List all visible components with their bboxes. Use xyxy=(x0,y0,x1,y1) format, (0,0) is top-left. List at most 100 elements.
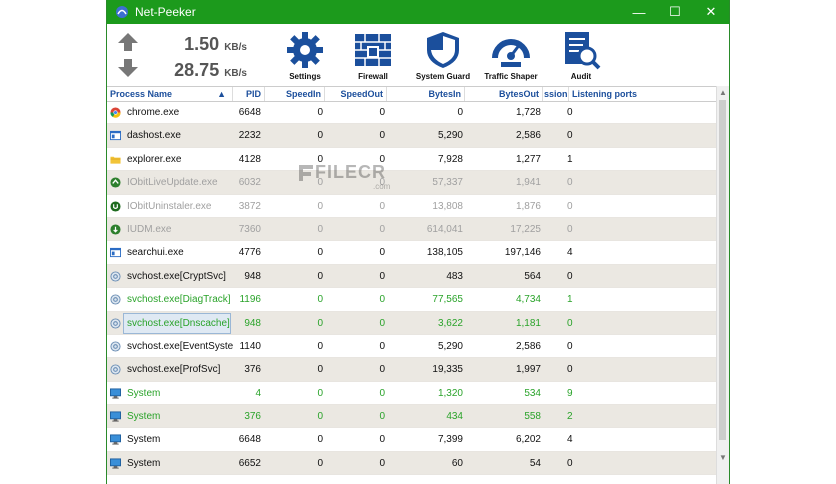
process-sessions: 9 xyxy=(567,387,573,399)
process-speed-out: 0 xyxy=(379,130,385,142)
table-row[interactable]: svchost.exe[CryptSvc] 948 0 0 483 564 0 xyxy=(107,264,717,289)
process-speed-out: 0 xyxy=(379,364,385,376)
minimize-button[interactable]: — xyxy=(621,0,657,24)
audit-label: Audit xyxy=(570,72,592,81)
table-row[interactable]: System 376 0 0 434 558 2 xyxy=(107,405,717,429)
table-row[interactable]: IUDM.exe 7360 0 0 614,041 17,225 0 xyxy=(107,217,717,242)
table-row[interactable]: svchost.exe[ProfSvc] 376 0 0 19,335 1,99… xyxy=(107,358,717,382)
process-bytes-out: 17,225 xyxy=(510,223,541,235)
process-name: IUDM.exe xyxy=(127,223,172,235)
process-speed-in: 0 xyxy=(317,200,323,212)
header-process-name[interactable]: Process Name ▲ xyxy=(107,87,233,101)
table-row[interactable]: searchui.exe 4776 0 0 138,105 197,146 4 xyxy=(107,241,717,265)
iudm-icon xyxy=(110,224,121,235)
process-bytes-in: 13,808 xyxy=(432,200,463,212)
vertical-scrollbar[interactable]: ▲ ▼ xyxy=(716,86,729,484)
process-sessions: 0 xyxy=(567,340,573,352)
process-speed-in: 0 xyxy=(317,364,323,376)
header-speed-out[interactable]: SpeedOut xyxy=(325,87,387,101)
header-pid[interactable]: PID xyxy=(233,87,265,101)
table-row[interactable]: explorer.exe 4128 0 0 7,928 1,277 1 xyxy=(107,148,717,172)
window-app-icon xyxy=(110,131,121,141)
header-bytes-in[interactable]: BytesIn xyxy=(387,87,465,101)
process-speed-out: 0 xyxy=(379,270,385,282)
process-speed-out: 0 xyxy=(379,340,385,352)
process-bytes-in: 7,399 xyxy=(437,434,463,446)
process-name: System xyxy=(127,411,161,423)
close-button[interactable]: ✕ xyxy=(693,0,729,24)
process-sessions: 4 xyxy=(567,434,573,446)
process-pid: 4128 xyxy=(238,153,261,165)
process-bytes-out: 564 xyxy=(524,270,541,282)
service-gear-icon xyxy=(110,364,121,375)
process-pid: 6648 xyxy=(238,434,261,446)
watermark-subtext: .com xyxy=(373,182,391,191)
process-pid: 1140 xyxy=(239,340,261,352)
chrome-icon xyxy=(110,107,121,118)
process-bytes-out: 1,876 xyxy=(515,200,541,212)
window-title: Net-Peeker xyxy=(135,5,196,19)
process-bytes-out: 6,202 xyxy=(515,434,541,446)
app-window: Net-Peeker — ☐ ✕ 1.50 KB/s 28.75 KB/s Sett… xyxy=(106,0,730,484)
speed-out-readout: 28.75 KB/s xyxy=(137,60,247,81)
process-name: dashost.exe xyxy=(127,130,181,142)
process-bytes-in: 1,320 xyxy=(437,387,463,399)
process-speed-out: 0 xyxy=(379,107,385,118)
process-pid: 6648 xyxy=(238,107,261,118)
process-bytes-out: 1,997 xyxy=(515,364,541,376)
table-row[interactable]: System 6652 0 0 60 54 0 xyxy=(107,451,717,476)
maximize-button[interactable]: ☐ xyxy=(657,0,693,24)
header-sessions[interactable]: ssions xyxy=(543,87,569,101)
title-bar[interactable]: Net-Peeker — ☐ ✕ xyxy=(107,0,729,24)
audit-report-icon xyxy=(565,32,601,70)
firewall-button[interactable]: Firewall xyxy=(333,30,413,81)
table-row[interactable]: IObitLiveUpdate.exe 6032 0 0 57,337 1,94… xyxy=(107,171,717,195)
traffic-shaper-button[interactable]: Traffic Shaper xyxy=(471,30,551,81)
table-row[interactable]: IObitUninstaler.exe 3872 0 0 13,808 1,87… xyxy=(107,195,717,218)
process-speed-out: 0 xyxy=(379,200,385,212)
header-speed-in[interactable]: SpeedIn xyxy=(265,87,325,101)
process-pid: 3872 xyxy=(238,200,261,212)
process-name: svchost.exe[EventSyste... xyxy=(127,340,233,352)
scroll-up-icon[interactable]: ▲ xyxy=(719,88,727,97)
window-app-icon xyxy=(110,248,121,258)
table-row[interactable]: svchost.exe[EventSyste... 1140 0 0 5,290… xyxy=(107,335,717,359)
process-bytes-out: 2,586 xyxy=(515,130,541,142)
process-name: svchost.exe[Dnscache] xyxy=(127,317,230,329)
service-gear-icon xyxy=(110,341,121,352)
table-row[interactable]: svchost.exe[DiagTrack] 1196 0 0 77,565 4… xyxy=(107,288,717,312)
scroll-thumb[interactable] xyxy=(719,100,726,440)
process-speed-in: 0 xyxy=(317,270,323,282)
process-name: System xyxy=(127,457,161,469)
table-row-selected[interactable]: svchost.exe[Dnscache] 948 0 0 3,622 1,18… xyxy=(107,311,717,335)
process-sessions: 0 xyxy=(567,107,573,118)
upload-arrow-icon xyxy=(118,33,138,51)
service-gear-icon xyxy=(110,294,121,305)
traffic-shaper-label: Traffic Shaper xyxy=(484,72,538,81)
process-pid: 6032 xyxy=(238,177,261,189)
process-bytes-in: 77,565 xyxy=(432,294,463,306)
firewall-label: Firewall xyxy=(358,72,388,81)
process-sessions: 1 xyxy=(567,294,573,306)
process-bytes-out: 1,277 xyxy=(515,153,541,165)
watermark-logo-icon xyxy=(299,164,313,181)
process-pid: 376 xyxy=(244,364,261,376)
scroll-down-icon[interactable]: ▼ xyxy=(719,453,727,462)
monitor-icon xyxy=(110,388,121,399)
service-gear-icon xyxy=(110,271,121,282)
process-bytes-out: 558 xyxy=(524,411,541,423)
process-pid: 4 xyxy=(255,387,261,399)
process-bytes-in: 614,041 xyxy=(426,223,463,235)
table-row[interactable]: dashost.exe 2232 0 0 5,290 2,586 0 xyxy=(107,124,717,148)
process-bytes-out: 1,181 xyxy=(515,317,541,329)
table-row[interactable]: System 4 0 0 1,320 534 9 xyxy=(107,382,717,406)
table-row[interactable]: chrome.exe 6648 0 0 0 1,728 0 xyxy=(107,101,717,125)
process-name: IObitUninstaler.exe xyxy=(127,200,212,212)
speed-out-value: 28.75 xyxy=(174,60,220,80)
header-listening-ports[interactable]: Listening ports xyxy=(569,87,717,101)
audit-button[interactable]: Audit xyxy=(541,30,621,81)
table-row[interactable]: System 6648 0 0 7,399 6,202 4 xyxy=(107,428,717,452)
process-sessions: 0 xyxy=(567,177,573,189)
header-bytes-out[interactable]: BytesOut xyxy=(465,87,543,101)
process-bytes-out: 1,728 xyxy=(515,107,541,118)
